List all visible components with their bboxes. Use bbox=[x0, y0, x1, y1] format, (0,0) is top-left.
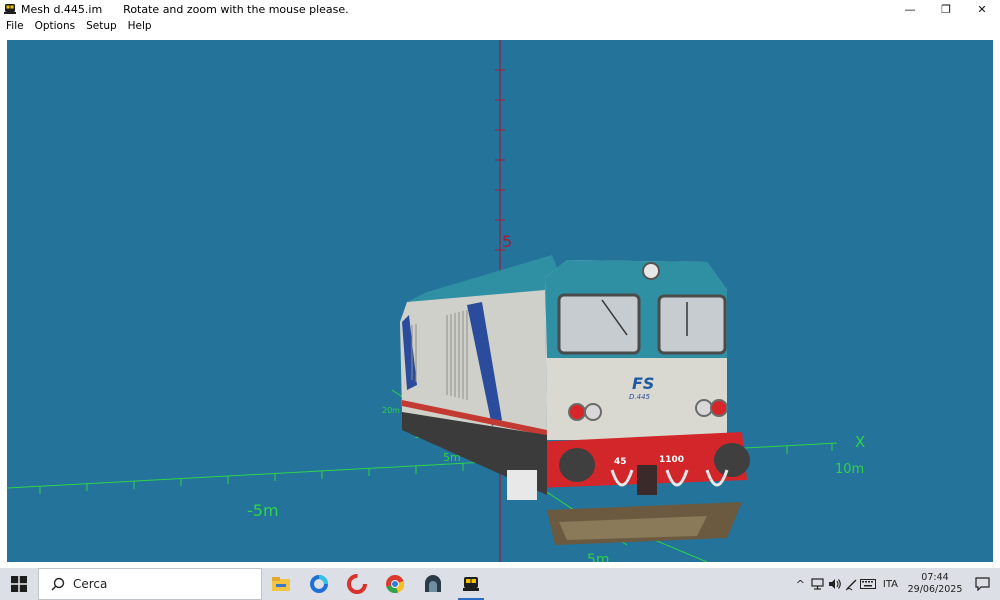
x-tick-positive-label: 10m bbox=[835, 462, 864, 477]
menu-setup[interactable]: Setup bbox=[86, 20, 117, 32]
locomotive-model: FS D.445 45 1100 bbox=[400, 255, 750, 545]
scene-svg: 5 X 10m -5m 5m 10m 20m 5m bbox=[7, 40, 865, 562]
start-button[interactable] bbox=[0, 568, 38, 600]
model-text: D.445 bbox=[629, 393, 651, 401]
search-icon bbox=[51, 577, 65, 591]
fs-logo: FS bbox=[632, 374, 654, 393]
menu-help[interactable]: Help bbox=[128, 20, 152, 32]
folder-icon bbox=[272, 577, 290, 591]
chevron-up-icon: ^ bbox=[795, 577, 805, 591]
close-icon: ✕ bbox=[977, 2, 987, 16]
restore-button[interactable]: ❐ bbox=[928, 0, 964, 18]
browser-icon bbox=[310, 575, 328, 593]
taskbar-ccleaner[interactable] bbox=[338, 568, 376, 600]
taskbar-file-explorer[interactable] bbox=[262, 568, 300, 600]
menu-options[interactable]: Options bbox=[35, 20, 76, 32]
windows-logo-icon bbox=[11, 576, 27, 592]
number-left: 45 bbox=[614, 457, 627, 467]
taskbar-tunnel-app[interactable] bbox=[414, 568, 452, 600]
taskbar-chrome[interactable] bbox=[376, 568, 414, 600]
input-language[interactable]: ITA bbox=[883, 579, 898, 590]
minimize-icon: — bbox=[904, 2, 916, 16]
taskbar-search-box[interactable]: Cerca bbox=[38, 568, 262, 600]
clock-time: 07:44 bbox=[921, 572, 949, 583]
cleaner-icon bbox=[347, 574, 367, 594]
menu-bar: File Options Setup Help bbox=[0, 18, 1000, 34]
y-tick-label: 5 bbox=[502, 232, 512, 251]
taskbar-edge-browser[interactable] bbox=[300, 568, 338, 600]
search-placeholder: Cerca bbox=[73, 577, 108, 591]
keyboard-icon bbox=[860, 579, 877, 589]
pen-icon bbox=[845, 579, 857, 590]
taskbar-clock[interactable]: 07:44 29/06/2025 bbox=[906, 572, 964, 596]
clock-date: 29/06/2025 bbox=[907, 584, 963, 595]
window-title: Mesh d.445.im Rotate and zoom with the m… bbox=[21, 2, 349, 16]
x-tick-negative-label: -5m bbox=[247, 501, 279, 520]
minimize-button[interactable]: — bbox=[892, 0, 928, 18]
system-tray: ^ ITA 07:44 29/06/2025 bbox=[792, 568, 1000, 600]
notification-center-button[interactable] bbox=[964, 568, 1000, 600]
network-icon bbox=[811, 578, 824, 590]
notification-icon bbox=[974, 577, 990, 591]
title-bar: Mesh d.445.im Rotate and zoom with the m… bbox=[0, 0, 1000, 18]
restore-icon: ❐ bbox=[941, 2, 951, 16]
taskbar-mesh-viewer[interactable] bbox=[452, 568, 490, 600]
menu-file[interactable]: File bbox=[6, 20, 24, 32]
number-right: 1100 bbox=[659, 455, 684, 465]
locomotive-icon bbox=[463, 577, 479, 591]
close-button[interactable]: ✕ bbox=[964, 0, 1000, 18]
z-tick-20m-label: 20m bbox=[382, 406, 400, 415]
tray-volume[interactable] bbox=[826, 568, 843, 600]
window-controls: — ❐ ✕ bbox=[892, 0, 1000, 18]
x-axis-label: X bbox=[855, 433, 865, 451]
tray-overflow-button[interactable]: ^ bbox=[792, 568, 809, 600]
taskbar: Cerca ^ ITA 07:44 29/06/2025 bbox=[0, 568, 1000, 600]
3d-viewport[interactable]: 5 X 10m -5m 5m 10m 20m 5m bbox=[7, 40, 993, 562]
z-tick-bottom-label: 5m bbox=[587, 552, 610, 562]
speaker-icon bbox=[828, 579, 841, 589]
locomotive-app-icon bbox=[4, 4, 16, 14]
tray-pen[interactable] bbox=[843, 568, 860, 600]
chrome-icon bbox=[386, 575, 405, 594]
tray-network[interactable] bbox=[809, 568, 826, 600]
tray-keyboard[interactable] bbox=[860, 568, 877, 600]
tunnel-icon bbox=[425, 575, 441, 592]
